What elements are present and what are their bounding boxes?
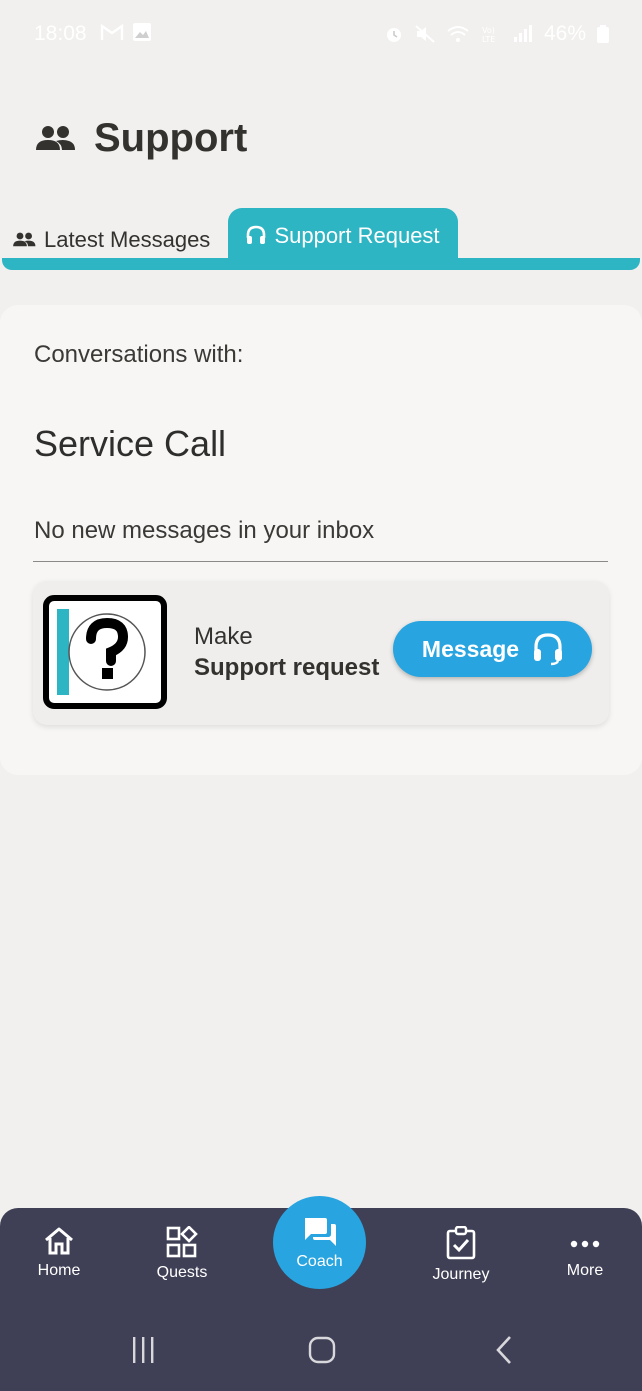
volte-icon: Vo) LTE: [482, 26, 495, 44]
empty-inbox-text: No new messages in your inbox: [34, 517, 375, 544]
nav-more[interactable]: More: [530, 1226, 640, 1292]
nav-label: Quests: [156, 1264, 208, 1281]
status-time: 18:08: [34, 22, 87, 45]
nav-label: Journey: [432, 1266, 490, 1283]
nav-home[interactable]: Home: [4, 1226, 114, 1292]
signal-icon: [513, 25, 532, 42]
battery-icon: [597, 25, 609, 43]
recent-apps-icon[interactable]: [130, 1335, 158, 1365]
tab-label: Support Request: [274, 223, 440, 248]
request-line-2: Support request: [194, 654, 380, 681]
gmail-icon: [100, 23, 124, 40]
people-icon: [36, 125, 75, 150]
home-system-icon[interactable]: [308, 1335, 336, 1365]
request-line-1: Make: [194, 623, 253, 650]
support-request-card: Make Support request Message: [33, 581, 609, 725]
quests-icon: [166, 1226, 198, 1258]
status-bar: 18:08 Vo) LTE 46%: [0, 0, 642, 68]
svg-text:LTE: LTE: [482, 35, 495, 44]
conversations-panel: Conversations with: Service Call No new …: [0, 305, 642, 775]
message-button[interactable]: Message: [393, 621, 592, 677]
divider: [33, 561, 608, 562]
tab-bar: Latest Messages Support Request: [0, 208, 642, 272]
nav-label: Coach: [296, 1252, 343, 1270]
system-nav-bar: [0, 1325, 642, 1375]
svg-text:Vo): Vo): [482, 26, 495, 35]
tab-label: Latest Messages: [44, 227, 211, 252]
page-title: Support: [94, 116, 248, 160]
headset-icon: [247, 225, 266, 244]
alarm-icon: [386, 28, 401, 42]
wifi-icon: [447, 26, 469, 42]
nav-label: More: [566, 1262, 604, 1279]
back-icon[interactable]: [490, 1335, 518, 1365]
nav-label: Home: [37, 1262, 81, 1279]
conversations-label: Conversations with:: [34, 341, 244, 368]
nav-journey[interactable]: Journey: [406, 1226, 516, 1292]
page-header: Support: [34, 116, 247, 161]
nav-coach[interactable]: Coach: [273, 1196, 366, 1289]
checklist-icon: [446, 1226, 476, 1260]
tab-latest-messages[interactable]: Latest Messages: [12, 222, 210, 258]
question-mark-icon: [43, 595, 167, 709]
home-icon: [45, 1227, 73, 1255]
section-title: Service Call: [34, 423, 227, 464]
more-icon: [570, 1240, 600, 1248]
battery-level: 46%: [543, 22, 586, 45]
chat-icon: [304, 1217, 336, 1246]
people-icon: [13, 232, 36, 247]
headset-icon: [534, 633, 563, 666]
mute-icon: [415, 25, 435, 43]
tab-support-request[interactable]: Support Request: [228, 208, 458, 264]
message-button-label: Message: [421, 635, 520, 662]
nav-quests[interactable]: Quests: [127, 1226, 237, 1292]
gallery-icon: [133, 23, 151, 41]
